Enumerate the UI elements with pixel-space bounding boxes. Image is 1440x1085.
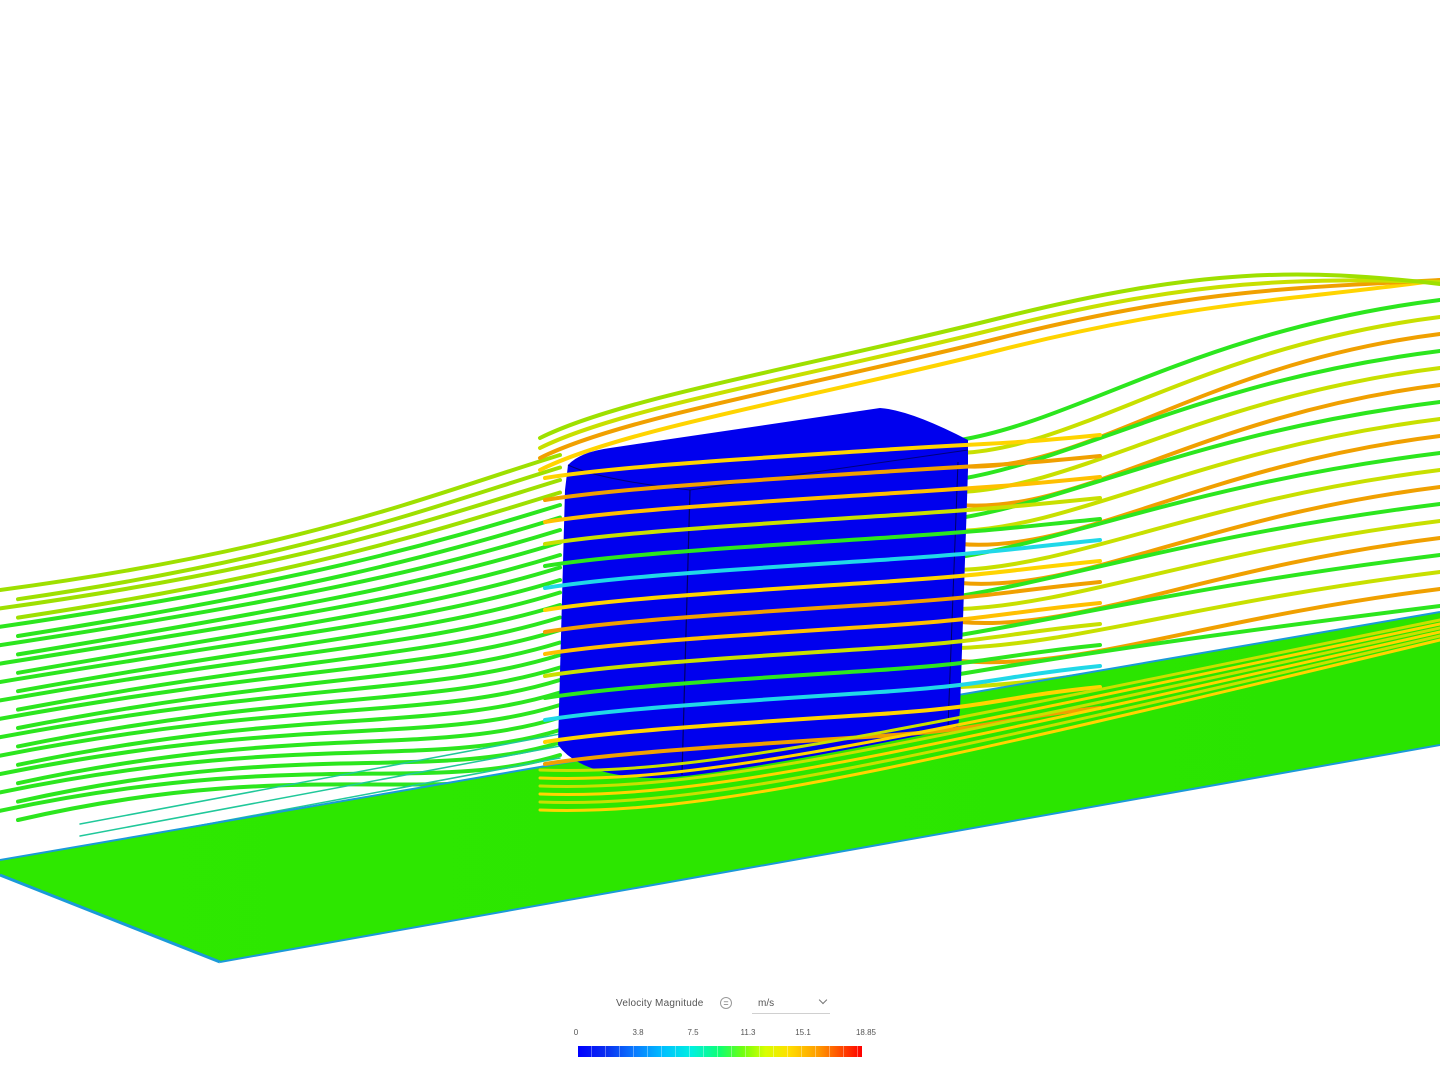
tick-label: 11.3 [740, 1028, 756, 1037]
tick-label: 0 [573, 1028, 579, 1037]
legend-ticks: 0 3.8 7.5 11.3 15.1 18.85 [560, 1028, 890, 1040]
streamline [958, 315, 1440, 455]
tick-label: 7.5 [687, 1028, 699, 1037]
legend-header: Velocity Magnitude = m/s [560, 992, 890, 1016]
streamline [958, 349, 1440, 481]
unit-dropdown[interactable]: m/s [752, 994, 830, 1014]
3d-viewport[interactable] [0, 0, 1440, 1080]
scene-canvas[interactable] [0, 0, 1440, 1080]
tick-label: 18.85 [855, 1028, 877, 1037]
equals-icon[interactable]: = [720, 997, 732, 1009]
tick-label: 3.8 [632, 1028, 644, 1037]
colorbar-steps [578, 1046, 862, 1057]
streamline [538, 278, 1440, 460]
chevron-down-icon [818, 995, 828, 1005]
color-legend: Velocity Magnitude = m/s 0 3.8 7.5 11.3 … [560, 992, 890, 1068]
streamline [16, 465, 562, 602]
unit-value: m/s [758, 998, 775, 1009]
tick-label: 15.1 [795, 1028, 811, 1037]
legend-title: Velocity Magnitude [616, 998, 704, 1009]
